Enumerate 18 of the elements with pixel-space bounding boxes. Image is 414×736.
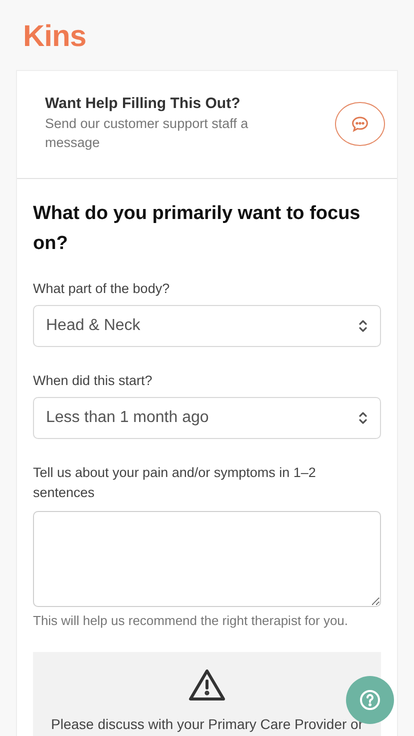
- up-down-chevron-icon: [358, 319, 368, 333]
- select-field[interactable]: Head & Neck: [33, 305, 381, 347]
- warning-icon: [188, 668, 226, 702]
- question-icon: [359, 689, 381, 711]
- field-label: When did this start?: [33, 372, 154, 390]
- field-label: What part of the body?: [33, 280, 171, 298]
- text-area[interactable]: [33, 511, 381, 607]
- help-subtitle: Send our customer support staff a message: [45, 115, 250, 152]
- logo: Kins: [22, 19, 88, 50]
- chat-bubble-icon: [351, 116, 369, 132]
- section-title: What do you primarily want to focus on?: [33, 202, 362, 256]
- select-field[interactable]: Less than 1 month ago: [33, 397, 381, 439]
- up-down-chevron-icon: [358, 411, 368, 425]
- warning-text: Please discuss with your Primary Care Provider or: [51, 716, 363, 732]
- field-label: Tell us about your pain and/or symptoms in 1–2 sentences: [33, 464, 317, 502]
- help-title: Want Help Filling This Out?: [45, 95, 242, 112]
- field-hint: This will help us recommend the right therapist for you.: [33, 613, 350, 628]
- chat-button[interactable]: [335, 102, 385, 146]
